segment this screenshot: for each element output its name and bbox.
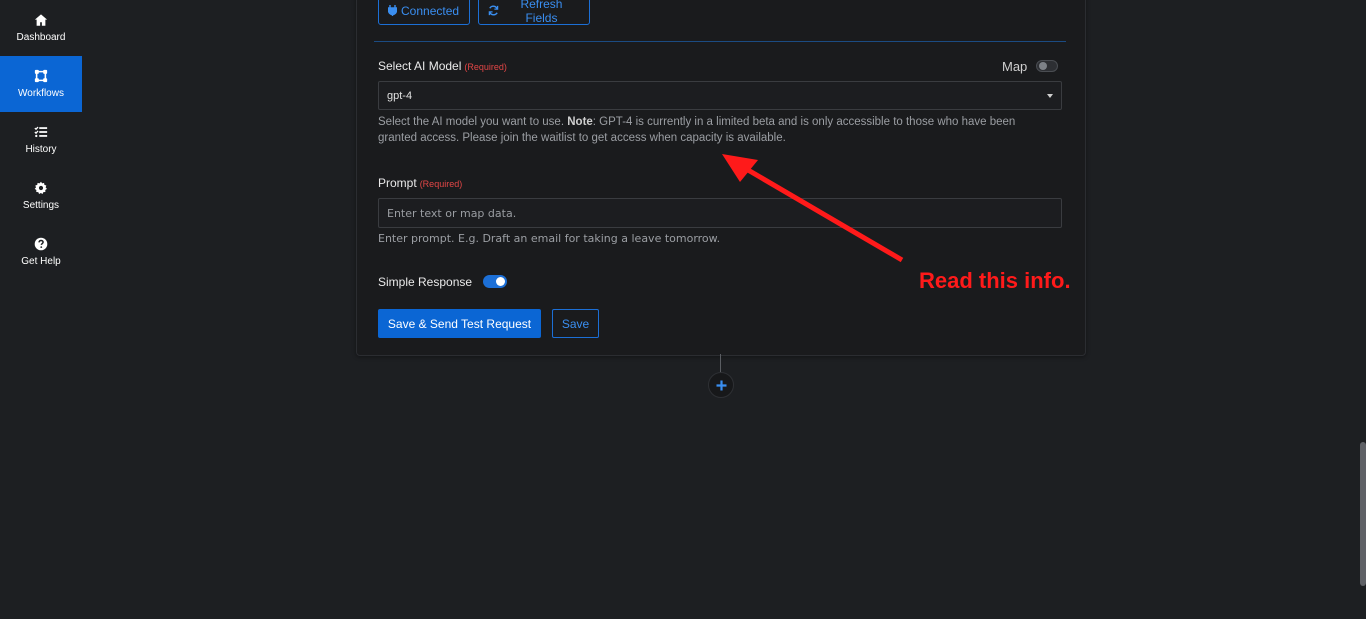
sidebar-item-settings[interactable]: Settings (0, 168, 82, 224)
section-divider (374, 41, 1066, 42)
map-label: Map (1002, 59, 1028, 74)
flow-connector (720, 354, 721, 374)
sidebar-item-history[interactable]: History (0, 112, 82, 168)
annotation-text: Read this info. (919, 268, 1071, 293)
workflow-icon (34, 69, 48, 83)
refresh-icon (488, 5, 499, 16)
ai-model-selected-value: gpt-4 (387, 89, 413, 102)
prompt-input[interactable] (378, 198, 1062, 228)
plus-icon (716, 380, 726, 390)
sidebar-item-label: History (25, 144, 57, 155)
ai-model-select[interactable]: gpt-4 (378, 81, 1062, 110)
required-indicator: (Required) (464, 62, 507, 72)
map-toggle[interactable] (1036, 60, 1058, 72)
home-icon (34, 14, 48, 26)
question-circle-icon (34, 237, 48, 251)
sidebar-item-label: Settings (22, 200, 60, 211)
plug-icon (388, 5, 397, 16)
sidebar-item-get-help[interactable]: Get Help (0, 224, 82, 280)
caret-down-icon (1047, 94, 1053, 98)
simple-response-toggle[interactable] (483, 275, 507, 288)
sidebar-item-workflows[interactable]: Workflows (0, 56, 82, 112)
connected-label: Connected (401, 3, 460, 18)
save-button[interactable]: Save (552, 309, 599, 338)
page-scrollbar[interactable] (1360, 442, 1366, 586)
prompt-label: Prompt (Required) (378, 176, 463, 190)
connected-button[interactable]: Connected (378, 0, 470, 25)
ai-model-label: Select AI Model (Required) (378, 59, 507, 73)
ai-model-help-text: Select the AI model you want to use. Not… (378, 116, 1016, 144)
step-config-card (356, 0, 1086, 356)
add-step-button[interactable] (708, 372, 734, 398)
save-and-test-button[interactable]: Save & Send Test Request (378, 309, 541, 338)
sidebar-item-label: Dashboard (16, 32, 66, 43)
prompt-help-text: Enter prompt. E.g. Draft an email for ta… (378, 232, 721, 245)
sidebar: Dashboard Workflows History Settings Get… (0, 0, 82, 619)
sidebar-item-label: Workflows (18, 88, 64, 99)
required-indicator: (Required) (419, 179, 463, 189)
gear-icon (34, 181, 47, 194)
refresh-fields-button[interactable]: Refresh Fields (478, 0, 590, 25)
sidebar-item-dashboard[interactable]: Dashboard (0, 0, 82, 56)
list-check-icon (34, 126, 48, 138)
simple-response-label: Simple Response (378, 275, 473, 289)
sidebar-item-label: Get Help (21, 256, 61, 267)
refresh-fields-label: Refresh Fields (520, 0, 563, 25)
